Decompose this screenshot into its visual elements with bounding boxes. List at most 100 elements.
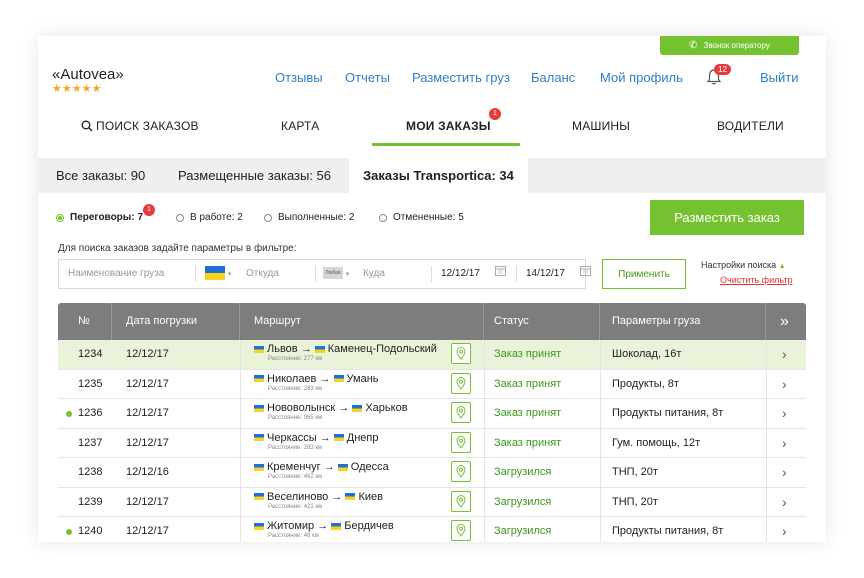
route-distance: Расстояние: 965 км bbox=[268, 415, 323, 421]
column-number[interactable]: № bbox=[58, 303, 112, 340]
cell-divider bbox=[766, 487, 767, 517]
route-from: Житомир bbox=[267, 520, 315, 532]
map-pin-icon[interactable] bbox=[451, 402, 471, 423]
tab-vehicles[interactable]: МАШИНЫ bbox=[572, 119, 630, 133]
chevron-right-icon[interactable]: › bbox=[782, 399, 787, 428]
subtab-placed-orders[interactable]: Размещенные заказы: 56 bbox=[178, 158, 331, 193]
unread-dot bbox=[66, 529, 72, 535]
nav-profile[interactable]: Мой профиль bbox=[600, 70, 683, 85]
expand-columns-button[interactable]: » bbox=[766, 303, 806, 340]
radio-negotiations[interactable] bbox=[56, 213, 64, 222]
date-from-input[interactable]: 12/12/17 bbox=[441, 260, 480, 288]
to-input[interactable]: Куда bbox=[363, 260, 385, 288]
ukraine-flag-icon bbox=[333, 434, 344, 442]
order-status: Загрузился bbox=[494, 525, 552, 537]
map-pin-icon[interactable] bbox=[451, 343, 471, 364]
ukraine-flag-icon bbox=[205, 266, 225, 281]
load-date: 12/12/17 bbox=[126, 525, 169, 537]
column-status[interactable]: Статус bbox=[484, 303, 600, 340]
radio-cancelled[interactable] bbox=[379, 213, 387, 222]
table-row[interactable]: 1235 12/12/17 Николаев → Умань Расстояние: … bbox=[58, 369, 806, 399]
page-card: ✆ Звонок оператору «Autovea» ★★★★★ Отзыв… bbox=[38, 36, 826, 542]
order-number: 1236 bbox=[78, 407, 103, 419]
subtab-all-orders[interactable]: Все заказы: 90 bbox=[56, 158, 145, 193]
cell-divider bbox=[600, 487, 601, 517]
place-order-button[interactable]: Разместить заказ bbox=[650, 200, 804, 235]
tab-my-orders[interactable]: МОИ ЗАКАЗЫ bbox=[406, 119, 491, 133]
tab-search-orders[interactable]: ПОИСК ЗАКАЗОВ bbox=[81, 119, 199, 133]
column-cargo-params[interactable]: Параметры груза bbox=[600, 303, 766, 340]
table-row[interactable]: 1240 12/12/17 Житомир → Бердичев Расстояние… bbox=[58, 517, 806, 542]
calendar-icon[interactable] bbox=[580, 260, 591, 288]
table-row[interactable]: 1237 12/12/17 Черкассы → Днепр Расстояние: … bbox=[58, 428, 806, 458]
logout-link[interactable]: Выйти bbox=[760, 70, 799, 85]
chevron-right-icon[interactable]: › bbox=[782, 429, 787, 458]
chevron-right-icon[interactable]: › bbox=[782, 370, 787, 399]
column-route[interactable]: Маршрут bbox=[240, 303, 484, 340]
filter-in-progress[interactable]: В работе: 2 bbox=[176, 212, 243, 223]
load-date: 12/12/17 bbox=[126, 348, 169, 360]
order-status: Заказ принят bbox=[494, 377, 562, 390]
nav-reports[interactable]: Отчеты bbox=[345, 70, 390, 85]
cargo-params: Продукты питания, 8т bbox=[612, 525, 724, 537]
ukraine-flag-icon bbox=[254, 345, 264, 353]
map-pin-icon[interactable] bbox=[451, 461, 471, 482]
cell-divider bbox=[766, 340, 767, 369]
subtab-transportica-orders[interactable]: Заказы Transportica: 34 bbox=[349, 158, 528, 193]
map-pin-icon[interactable] bbox=[451, 431, 471, 453]
clear-filter-link[interactable]: Очистить фильтр bbox=[720, 275, 792, 285]
cell-divider bbox=[766, 517, 767, 542]
route: Николаев → Умань Расстояние: 283 км bbox=[254, 373, 379, 393]
table-row[interactable]: 1239 12/12/17 Веселиново → Киев Расстояние:… bbox=[58, 487, 806, 517]
order-status: Заказ принят bbox=[494, 436, 562, 449]
from-input[interactable]: Откуда bbox=[246, 260, 279, 288]
tab-drivers[interactable]: ВОДИТЕЛИ bbox=[717, 119, 784, 133]
chevron-right-icon[interactable]: › bbox=[782, 488, 787, 517]
call-operator-button[interactable]: ✆ Звонок оператору bbox=[660, 36, 799, 55]
apply-filter-button[interactable]: Применить bbox=[602, 259, 686, 289]
order-number: 1235 bbox=[78, 377, 103, 390]
filter-separator bbox=[195, 266, 196, 282]
from-flag-select[interactable]: ▾ bbox=[205, 260, 231, 288]
tab-map[interactable]: КАРТА bbox=[281, 119, 319, 133]
cell-divider bbox=[240, 340, 241, 369]
search-settings-toggle[interactable]: Настройки поиска ▲ bbox=[701, 260, 786, 270]
table-row[interactable]: 1234 12/12/17 Львов → Каменец-Подольский Ра… bbox=[58, 340, 806, 370]
nav-balance[interactable]: Баланс bbox=[531, 70, 575, 85]
table-row[interactable]: 1238 12/12/16 Кременчуг → Одесса Расстояние… bbox=[58, 458, 806, 488]
nav-reviews[interactable]: Отзывы bbox=[275, 70, 323, 85]
cell-divider bbox=[484, 487, 485, 517]
order-number: 1237 bbox=[78, 436, 103, 449]
route-to: Харьков bbox=[365, 402, 408, 414]
filter-cancelled[interactable]: Отмененные: 5 bbox=[379, 212, 464, 223]
radio-completed[interactable] bbox=[264, 213, 272, 222]
cell-divider bbox=[600, 369, 601, 399]
column-load-date[interactable]: Дата погрузки bbox=[112, 303, 240, 340]
route: Кременчуг → Одесса Расстояние: 462 км bbox=[254, 461, 389, 481]
date-to-input[interactable]: 14/12/17 bbox=[526, 260, 565, 288]
call-operator-label: Звонок оператору bbox=[703, 41, 770, 50]
filter-negotiations-label: Переговоры: 7 bbox=[70, 212, 144, 223]
filter-completed[interactable]: Выполненные: 2 bbox=[264, 212, 354, 223]
order-status: Заказ принят bbox=[494, 407, 562, 419]
cargo-name-input[interactable]: Наименование груза bbox=[68, 260, 164, 288]
phone-icon: ✆ bbox=[689, 40, 698, 51]
nav-place-cargo[interactable]: Разместить груз bbox=[412, 70, 510, 85]
order-status: Заказ принят bbox=[494, 348, 562, 360]
filter-negotiations[interactable]: Переговоры: 7 bbox=[56, 212, 143, 223]
chevron-right-icon[interactable]: › bbox=[782, 340, 787, 369]
table-row[interactable]: 1236 12/12/17 Нововолынск → Харьков Расстоя… bbox=[58, 399, 806, 429]
map-pin-icon[interactable] bbox=[451, 490, 471, 512]
my-orders-badge: 1 bbox=[489, 108, 501, 120]
route-from: Львов bbox=[267, 343, 298, 355]
ukraine-flag-icon bbox=[333, 375, 344, 383]
chevron-right-icon[interactable]: › bbox=[782, 517, 787, 542]
map-pin-icon[interactable] bbox=[451, 520, 471, 541]
logo[interactable]: «Autovea» bbox=[52, 66, 124, 83]
chevron-right-icon[interactable]: › bbox=[782, 458, 787, 487]
map-pin-icon[interactable] bbox=[451, 372, 471, 394]
to-flag-select[interactable]: Любая ▾ bbox=[323, 260, 349, 288]
calendar-icon[interactable] bbox=[495, 260, 506, 288]
radio-in-progress[interactable] bbox=[176, 213, 184, 222]
notifications-badge: 12 bbox=[714, 64, 731, 75]
